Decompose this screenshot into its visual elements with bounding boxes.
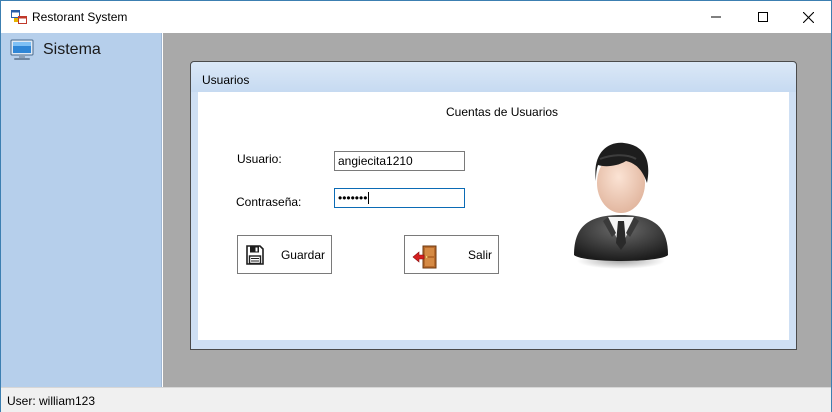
user-avatar-icon — [574, 142, 668, 269]
monitor-icon — [10, 39, 34, 60]
status-text: User: william123 — [7, 394, 96, 408]
maximize-button[interactable] — [740, 1, 786, 33]
child-content: Cuentas de Usuarios Usuario: angiecita12… — [198, 92, 789, 340]
main-window: Restorant System Sistema Usuarios Cuenta… — [0, 0, 832, 412]
title-bar[interactable]: Restorant System — [1, 1, 831, 33]
minimize-button[interactable] — [693, 1, 739, 33]
minimize-icon — [711, 16, 721, 18]
close-icon — [802, 11, 814, 23]
floppy-disk-icon — [246, 245, 264, 265]
sidebar-item-sistema[interactable]: Sistema — [9, 37, 101, 63]
sidebar-item-label: Sistema — [43, 41, 101, 58]
mdi-workspace: Usuarios Cuentas de Usuarios Usuario: an… — [163, 33, 831, 387]
status-bar: User: william123 — [1, 387, 831, 412]
password-field[interactable]: ••••••• — [334, 188, 465, 208]
maximize-icon — [758, 12, 768, 22]
exit-button-label: Salir — [467, 248, 492, 262]
exit-door-icon — [412, 245, 437, 269]
save-button[interactable]: Guardar — [237, 235, 332, 274]
sidebar: Sistema — [1, 33, 162, 387]
exit-button[interactable]: Salir — [404, 235, 499, 274]
usuarios-window: Usuarios Cuentas de Usuarios Usuario: an… — [190, 61, 797, 350]
user-field[interactable]: angiecita1210 — [334, 151, 465, 171]
user-field-value: angiecita1210 — [338, 154, 413, 168]
app-window-icon — [11, 10, 27, 24]
save-button-label: Guardar — [280, 248, 325, 262]
text-caret — [368, 192, 370, 204]
child-title-bar[interactable]: Usuarios — [191, 62, 796, 92]
form-heading: Cuentas de Usuarios — [446, 105, 559, 119]
password-field-value: ••••••• — [338, 191, 368, 205]
child-window-title: Usuarios — [202, 73, 250, 87]
close-button[interactable] — [785, 1, 831, 33]
user-label: Usuario: — [237, 152, 282, 166]
password-label: Contraseña: — [236, 195, 302, 209]
window-title: Restorant System — [32, 10, 128, 24]
